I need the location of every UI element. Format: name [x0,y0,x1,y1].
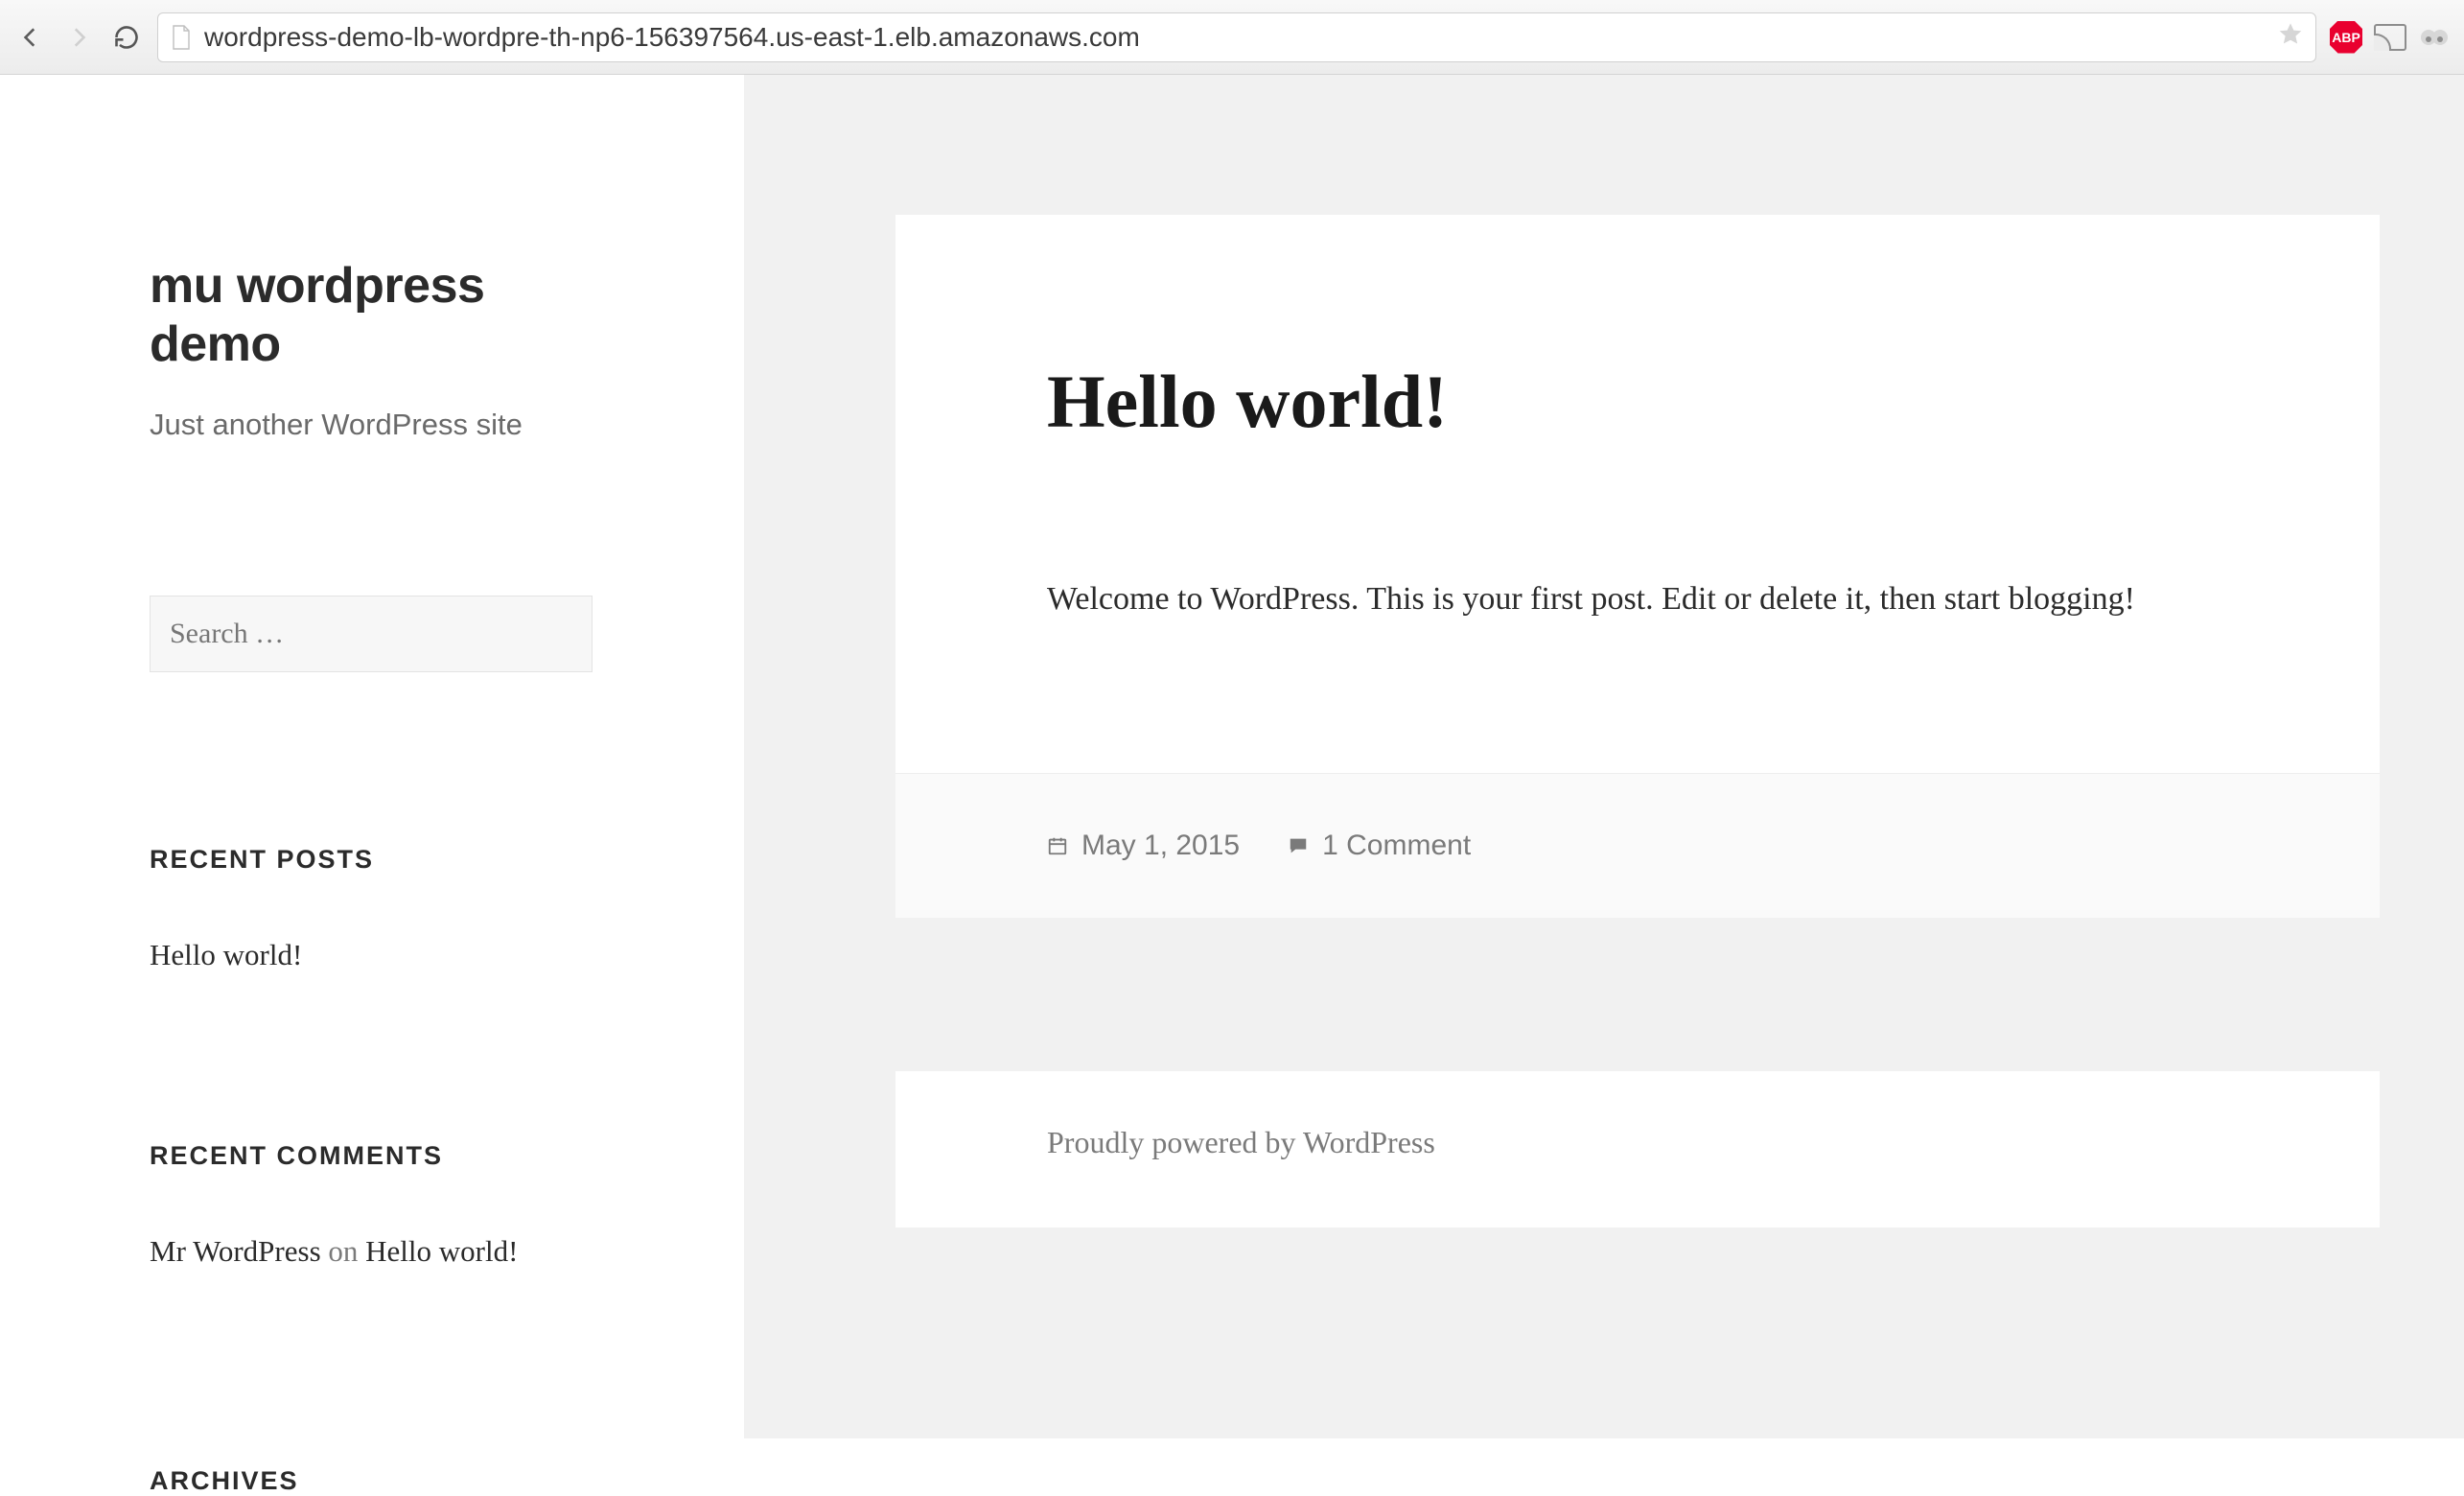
comment-author-link[interactable]: Mr WordPress [150,1234,321,1268]
post-date: May 1, 2015 [1047,830,1240,862]
browser-toolbar: wordpress-demo-lb-wordpre-th-np6-1563975… [0,0,2464,75]
comment-icon [1288,835,1309,856]
site-footer: Proudly powered by WordPress [895,1071,2380,1227]
powered-by-link[interactable]: Proudly powered by WordPress [1047,1125,1435,1159]
search-input[interactable] [150,596,593,672]
calendar-icon [1047,835,1068,856]
site-title[interactable]: mu wordpress demo [150,257,594,375]
bookmark-star-icon[interactable] [2277,21,2304,53]
page-icon [170,24,193,51]
site-tagline: Just another WordPress site [150,408,594,442]
back-button[interactable] [13,20,48,55]
post-footer: May 1, 2015 1 Comment [895,773,2380,918]
widget-title-archives: ARCHIVES [150,1466,594,1496]
adblock-icon[interactable]: ABP [2330,21,2362,54]
sidebar: mu wordpress demo Just another WordPress… [0,75,744,1438]
page: mu wordpress demo Just another WordPress… [0,75,2464,1438]
comment-post-link[interactable]: Hello world! [365,1234,518,1268]
post-body: Hello world! Welcome to WordPress. This … [895,215,2380,773]
forward-button[interactable] [61,20,96,55]
post-date-link[interactable]: May 1, 2015 [1081,830,1240,862]
url-text: wordpress-demo-lb-wordpre-th-np6-1563975… [204,22,1140,53]
recent-comments-list: Mr WordPress on Hello world! [150,1228,594,1274]
post: Hello world! Welcome to WordPress. This … [895,215,2380,918]
post-comments: 1 Comment [1288,830,1471,862]
extension-icon[interactable] [2418,21,2451,54]
comment-connector: on [328,1234,365,1268]
extension-icons: ABP [2330,21,2451,54]
main-content: Hello world! Welcome to WordPress. This … [744,75,2464,1438]
widget-title-recent-comments: RECENT COMMENTS [150,1141,594,1171]
reload-button[interactable] [109,20,144,55]
recent-comment-item: Mr WordPress on Hello world! [150,1228,594,1274]
recent-posts-list: Hello world! [150,932,594,978]
post-comments-link[interactable]: 1 Comment [1322,830,1471,862]
post-content: Welcome to WordPress. This is your first… [1047,570,2228,629]
recent-post-link[interactable]: Hello world! [150,938,302,971]
url-bar[interactable]: wordpress-demo-lb-wordpre-th-np6-1563975… [157,12,2316,62]
cast-icon[interactable] [2374,24,2406,51]
post-title: Hello world! [1047,359,2228,445]
widget-title-recent-posts: RECENT POSTS [150,845,594,875]
post-title-link[interactable]: Hello world! [1047,360,1448,443]
